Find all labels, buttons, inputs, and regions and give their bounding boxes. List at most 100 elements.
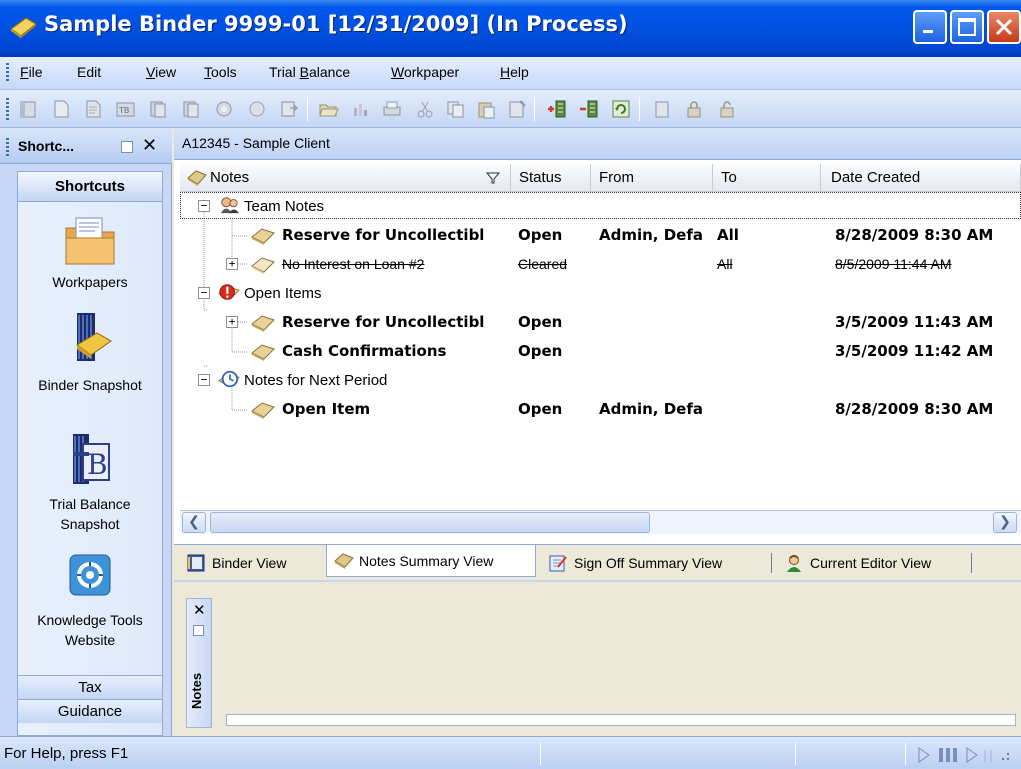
shortcut-binder-snapshot-label: Binder Snapshot: [38, 377, 142, 393]
column-header-from[interactable]: From: [591, 164, 713, 192]
export-icon[interactable]: [278, 98, 300, 120]
group-row-next-period[interactable]: − Notes for Next Period: [180, 366, 1021, 395]
add-sign-off-icon[interactable]: [546, 98, 568, 120]
column-header-date-created[interactable]: Date Created: [821, 164, 1021, 192]
tab-notes-summary-view[interactable]: Notes Summary View: [326, 545, 536, 577]
copy-workpaper-icon[interactable]: [147, 98, 169, 120]
shortcut-knowledge-tools[interactable]: Knowledge Tools Website: [18, 552, 162, 650]
refresh-icon[interactable]: [610, 98, 632, 120]
lock-document-icon[interactable]: [651, 98, 673, 120]
menu-trial-balance[interactable]: Trial Balance: [269, 64, 350, 80]
menu-tools[interactable]: Tools: [204, 64, 237, 80]
shortcut-trial-balance-snapshot[interactable]: B Trial Balance Snapshot: [18, 432, 162, 534]
next-period-icon: [218, 370, 240, 388]
expand-toggle[interactable]: +: [226, 258, 238, 270]
menu-help[interactable]: Help: [500, 64, 529, 80]
title-bar: Sample Binder 9999-01 [12/31/2009] (In P…: [0, 0, 1021, 57]
note-icon: [251, 315, 275, 332]
note-title: Open Item: [282, 400, 371, 418]
menu-workpaper[interactable]: Workpaper: [391, 64, 459, 80]
tb-import-icon[interactable]: TB: [115, 98, 137, 120]
notes-docked-pane: ✕ Notes: [174, 580, 1021, 736]
cut-icon[interactable]: [414, 98, 436, 120]
menu-edit[interactable]: Edit: [77, 64, 101, 80]
float-panel-button[interactable]: [121, 141, 133, 153]
shortcut-binder-snapshot[interactable]: Binder Snapshot: [18, 311, 162, 395]
flow-icon[interactable]: [246, 98, 268, 120]
close-panel-button[interactable]: ✕: [142, 135, 157, 156]
new-document-icon[interactable]: [50, 98, 72, 120]
tab-separator: [971, 553, 972, 573]
expand-toggle[interactable]: +: [226, 316, 238, 328]
scroll-left-button[interactable]: ❮: [182, 512, 206, 533]
shortcut-workpapers[interactable]: Workpapers: [18, 214, 162, 292]
menu-grip[interactable]: [6, 63, 9, 83]
minimize-button[interactable]: [913, 10, 947, 44]
note-from: Admin, Defa: [599, 226, 703, 244]
settings-gear-icon[interactable]: [213, 98, 235, 120]
binder-pages-icon[interactable]: [180, 98, 202, 120]
shortcuts-tab-guidance[interactable]: Guidance: [18, 699, 162, 723]
scroll-thumb[interactable]: [210, 512, 650, 533]
column-notes-label: Notes: [210, 169, 250, 186]
shortcuts-list: Shortcuts Workpapers Binder Snapshot B T…: [17, 171, 163, 736]
shortcuts-tab-tax[interactable]: Tax: [18, 675, 162, 699]
tab-binder-view[interactable]: Binder View: [180, 549, 326, 577]
group-row-team-notes[interactable]: − Team Notes: [180, 192, 1021, 221]
toolbar-grip[interactable]: [6, 98, 9, 120]
shortcuts-section-header[interactable]: Shortcuts: [18, 172, 162, 202]
new-workpaper-icon[interactable]: [82, 98, 104, 120]
maximize-button[interactable]: [950, 10, 984, 44]
collapse-toggle[interactable]: −: [198, 287, 210, 299]
note-row[interactable]: Cash Confirmations Open 3/5/2009 11:42 A…: [180, 337, 1021, 366]
panel-grip[interactable]: [6, 138, 9, 156]
menu-file[interactable]: File: [20, 64, 43, 80]
collapse-toggle[interactable]: −: [198, 374, 210, 386]
note-row[interactable]: + No Interest on Loan #2 Cleared All 8/5…: [180, 250, 1021, 279]
note-date: 8/28/2009 8:30 AM: [835, 226, 994, 244]
new-binder-icon[interactable]: [18, 98, 40, 120]
notes-pane-strip[interactable]: ✕ Notes: [186, 598, 212, 728]
binder-app-icon: [9, 17, 38, 38]
note-from: [599, 250, 717, 279]
column-header-notes[interactable]: Notes: [180, 164, 511, 192]
tab-sign-off-summary-view[interactable]: Sign Off Summary View: [542, 549, 770, 577]
note-from: [599, 337, 717, 366]
binder-snapshot-icon: [76, 313, 112, 361]
client-name: A12345 - Sample Client: [182, 135, 330, 151]
column-header-to[interactable]: To: [713, 164, 821, 192]
unlock-icon[interactable]: [716, 98, 738, 120]
collapse-toggle[interactable]: −: [198, 200, 210, 212]
column-header-status[interactable]: Status: [511, 164, 591, 192]
note-row[interactable]: Reserve for Uncollectibl Open Admin, Def…: [180, 221, 1021, 250]
notes-pane-input-bar[interactable]: [226, 714, 1016, 726]
horizontal-scrollbar[interactable]: ❮ ❯: [180, 510, 1021, 534]
lock-icon[interactable]: [683, 98, 705, 120]
note-status: Open: [518, 342, 563, 360]
note-status: Open: [518, 400, 563, 418]
note-from: Admin, Defa: [599, 400, 703, 418]
close-window-button[interactable]: [987, 10, 1021, 44]
copy-icon[interactable]: [445, 98, 467, 120]
properties-icon[interactable]: [506, 98, 528, 120]
note-row[interactable]: + Reserve for Uncollectibl Open 3/5/2009…: [180, 308, 1021, 337]
note-row[interactable]: Open Item Open Admin, Defa 8/28/2009 8:3…: [180, 395, 1021, 424]
note-date: 8/28/2009 8:30 AM: [835, 400, 994, 418]
float-notes-pane-button[interactable]: [193, 625, 204, 636]
close-notes-pane-button[interactable]: ✕: [193, 601, 206, 619]
group-row-open-items[interactable]: − Open Items: [180, 279, 1021, 308]
chart-icon[interactable]: [350, 98, 372, 120]
tab-current-editor-label: Current Editor View: [810, 555, 932, 571]
tab-sign-off-label: Sign Off Summary View: [574, 555, 723, 571]
filter-icon[interactable]: [486, 172, 500, 184]
tab-separator: [771, 553, 772, 573]
remove-sign-off-icon[interactable]: [578, 98, 600, 120]
status-nav-icons[interactable]: [915, 745, 1015, 765]
open-folder-icon[interactable]: [318, 98, 340, 120]
print-icon[interactable]: [381, 98, 403, 120]
note-date: 8/5/2009 11:44 AM: [835, 256, 952, 272]
paste-icon[interactable]: [475, 98, 497, 120]
scroll-right-button[interactable]: ❯: [993, 512, 1017, 533]
tab-current-editor-view[interactable]: Current Editor View: [778, 549, 968, 577]
menu-view[interactable]: View: [146, 64, 176, 80]
